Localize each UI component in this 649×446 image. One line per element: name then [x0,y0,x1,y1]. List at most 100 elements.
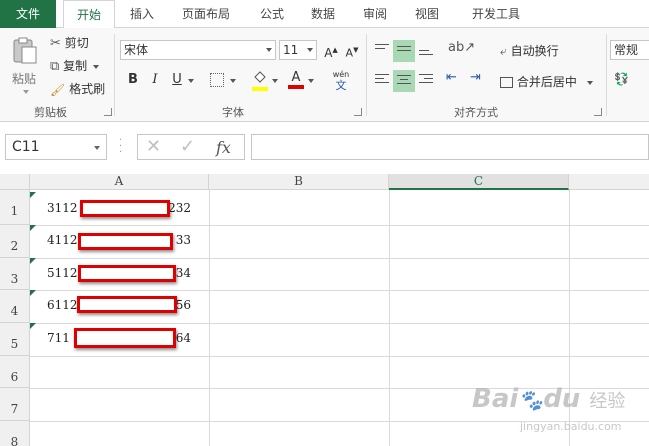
underline-dropdown-icon[interactable] [188,79,194,83]
tab-data[interactable]: 数据 [300,0,346,28]
font-color-icon[interactable]: A [288,70,304,90]
row-header-5[interactable]: 5 [0,323,30,356]
column-header-c[interactable]: C [389,174,569,190]
cell-a2-prefix: 4112 [47,233,78,247]
copy-button[interactable]: ⧉ 复制 [50,57,99,74]
cell-a1-suffix: 232 [168,201,191,215]
number-format-combo[interactable]: 常规 [610,40,649,60]
align-right-icon[interactable] [416,70,436,90]
cut-label: 剪切 [64,36,89,50]
borders-icon[interactable] [210,73,224,87]
wrap-text-label: 自动换行 [510,44,559,58]
fill-color-dropdown-icon[interactable] [272,79,278,83]
ribbon: 粘贴 ✂ 剪切 ⧉ 复制 🖌 格式刷 剪贴板 宋体 11 A▲ A▼ B I U… [0,28,649,122]
chevron-down-icon [307,48,313,52]
group-divider [366,34,367,116]
tab-view[interactable]: 视图 [404,0,450,28]
font-color-dropdown-icon[interactable] [308,79,314,83]
paste-button[interactable]: 粘贴 [6,34,44,96]
cell-a3[interactable]: 5112 34 [30,258,209,290]
phonetic-guide-icon[interactable]: wén 文 [329,70,353,92]
font-name-combo[interactable]: 宋体 [120,40,276,60]
fill-color-icon[interactable] [252,70,268,91]
underline-button[interactable]: U [168,70,186,90]
tab-file[interactable]: 文件 [0,0,56,28]
chevron-down-icon[interactable] [94,146,100,150]
cell-a2-suffix: 33 [175,233,191,247]
row-header-7[interactable]: 7 [0,388,30,421]
currency-format-icon[interactable]: 💱 [614,72,634,90]
row-header-4[interactable]: 4 [0,290,30,323]
paw-icon: 🐾 [518,388,544,412]
align-center-icon[interactable] [393,70,415,92]
tab-review[interactable]: 审阅 [352,0,398,28]
wrap-text-button[interactable]: ⤶ 自动换行 [500,42,559,59]
font-launcher-icon[interactable] [354,108,362,116]
row-header-3[interactable]: 3 [0,258,30,290]
redaction-box [77,296,177,313]
font-size-value: 11 [283,43,299,57]
tab-developer[interactable]: 开发工具 [458,0,534,28]
increase-font-size-icon[interactable]: A▲ [322,40,340,60]
insert-function-icon[interactable]: fx [216,138,231,157]
formula-input[interactable] [251,134,649,160]
redaction-box [78,265,176,282]
cell-a4[interactable]: 6112 56 [30,290,209,323]
row-header-2[interactable]: 2 [0,225,30,258]
column-header-b[interactable]: B [209,174,389,190]
cell-a5[interactable]: 711 64 [30,323,209,356]
font-name-value: 宋体 [124,43,149,57]
align-bottom-icon[interactable] [416,40,436,60]
clipboard-launcher-icon[interactable] [104,108,112,116]
font-group-label: 字体 [222,106,244,119]
tab-page-layout[interactable]: 页面布局 [170,0,242,28]
tab-formulas[interactable]: 公式 [250,0,294,28]
borders-dropdown-icon[interactable] [230,79,236,83]
copy-label: 复制 [63,59,88,73]
alignment-group-label: 对齐方式 [454,106,498,119]
align-left-icon[interactable] [372,70,392,90]
bold-button[interactable]: B [124,70,142,90]
grid-line [30,356,649,357]
row-header-6[interactable]: 6 [0,356,30,388]
cancel-icon[interactable]: ✕ [146,136,161,157]
select-all-corner[interactable] [0,174,30,190]
cell-a5-suffix: 64 [175,331,191,345]
ribbon-tab-bar: 文件 开始 插入 页面布局 公式 数据 审阅 视图 开发工具 [0,0,649,29]
font-size-combo[interactable]: 11 [279,40,317,60]
tab-home[interactable]: 开始 [63,0,115,29]
increase-indent-icon[interactable]: ⇥ [470,70,492,90]
name-box-value: C11 [12,139,40,155]
name-box[interactable]: C11 [5,134,107,160]
cut-button[interactable]: ✂ 剪切 [50,34,89,51]
tab-insert[interactable]: 插入 [120,0,164,28]
decrease-indent-icon[interactable]: ⇤ [446,70,468,90]
align-top-icon[interactable] [372,40,392,60]
column-header-a[interactable]: A [30,174,209,190]
wrap-text-icon: ⤶ [500,44,507,58]
paste-label: 粘贴 [12,72,37,86]
orientation-icon[interactable]: ab↗ [448,40,475,60]
watermark-brand2: du [543,384,581,414]
cell-a2[interactable]: 4112 33 [30,225,209,258]
error-indicator-icon [30,258,36,264]
redaction-box [80,200,170,217]
row-header-8[interactable]: 8 [0,421,30,446]
alignment-launcher-icon[interactable] [594,108,602,116]
row-header-1[interactable]: 1 [0,190,30,225]
error-indicator-icon [30,323,36,329]
font-color-swatch [288,85,304,89]
formula-bar-grip-icon[interactable]: · · · [119,136,123,158]
italic-button[interactable]: I [146,70,164,90]
cell-a1[interactable]: 3112 232 [30,192,209,225]
cell-a5-prefix: 711 [47,331,70,345]
decrease-font-size-icon[interactable]: A▼ [343,40,361,60]
column-header-d[interactable] [569,174,649,190]
format-painter-button[interactable]: 🖌 格式刷 [50,80,105,97]
copy-dropdown-icon [92,64,99,69]
align-middle-icon[interactable] [393,40,415,62]
cell-a3-prefix: 5112 [47,266,78,280]
watermark-jingyan: 经验 [589,391,626,412]
merge-center-button[interactable]: 合并后居中 [500,73,593,90]
enter-icon[interactable]: ✓ [180,136,195,157]
